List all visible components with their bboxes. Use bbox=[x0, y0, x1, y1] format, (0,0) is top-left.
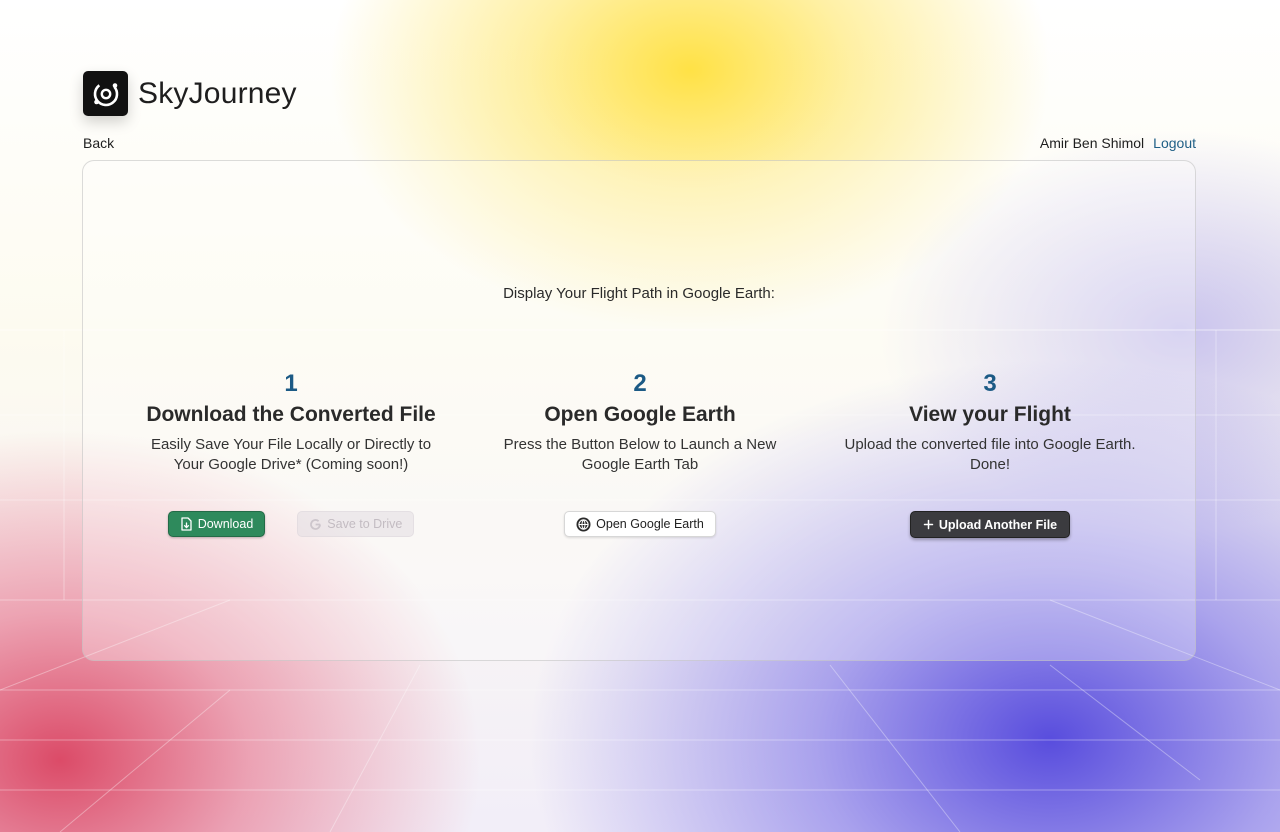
step-number: 3 bbox=[983, 370, 997, 397]
google-icon bbox=[309, 518, 322, 531]
app-header: SkyJourney bbox=[83, 71, 297, 116]
app-logo[interactable] bbox=[83, 71, 128, 116]
main-card: Display Your Flight Path in Google Earth… bbox=[82, 160, 1196, 661]
file-download-icon bbox=[180, 517, 193, 531]
step-title: Open Google Earth bbox=[544, 403, 736, 426]
step-buttons: Upload Another File bbox=[815, 511, 1165, 538]
step-description: Easily Save Your File Locally or Directl… bbox=[150, 436, 432, 473]
user-name: Amir Ben Shimol bbox=[1039, 135, 1145, 151]
step-view-flight: 3 View your Flight Upload the converted … bbox=[815, 369, 1165, 538]
google-earth-icon bbox=[576, 517, 591, 532]
plus-icon bbox=[923, 519, 934, 530]
upload-another-file-label: Upload Another File bbox=[938, 517, 1058, 532]
open-google-earth-label: Open Google Earth bbox=[596, 517, 704, 531]
step-title: View your Flight bbox=[909, 403, 1071, 426]
step-open-earth: 2 Open Google Earth Press the Button Bel… bbox=[465, 369, 815, 537]
step-number: 2 bbox=[633, 370, 647, 397]
step-description: Upload the converted file into Google Ea… bbox=[844, 436, 1136, 473]
step-buttons: Open Google Earth bbox=[465, 511, 815, 537]
step-number: 1 bbox=[284, 370, 298, 397]
step-title: Download the Converted File bbox=[146, 403, 436, 426]
save-to-drive-button[interactable]: Save to Drive bbox=[297, 511, 415, 537]
open-google-earth-button[interactable]: Open Google Earth bbox=[564, 511, 716, 537]
save-to-drive-label: Save to Drive bbox=[327, 517, 403, 531]
download-label: Download bbox=[197, 517, 254, 531]
back-link[interactable]: Back bbox=[83, 135, 114, 151]
logout-link[interactable]: Logout bbox=[1153, 135, 1196, 151]
app-title: SkyJourney bbox=[138, 76, 297, 110]
step-buttons: Download Save to Drive bbox=[116, 511, 466, 537]
step-download: 1 Download the Converted File Easily Sav… bbox=[116, 369, 466, 537]
step-description: Press the Button Below to Launch a New G… bbox=[503, 436, 777, 473]
upload-another-file-button[interactable]: Upload Another File bbox=[909, 511, 1071, 538]
user-area: Amir Ben Shimol Logout bbox=[1040, 135, 1196, 151]
orbit-logo-icon bbox=[93, 81, 118, 106]
download-button[interactable]: Download bbox=[167, 511, 266, 537]
instruction-text: Display Your Flight Path in Google Earth… bbox=[503, 285, 775, 302]
